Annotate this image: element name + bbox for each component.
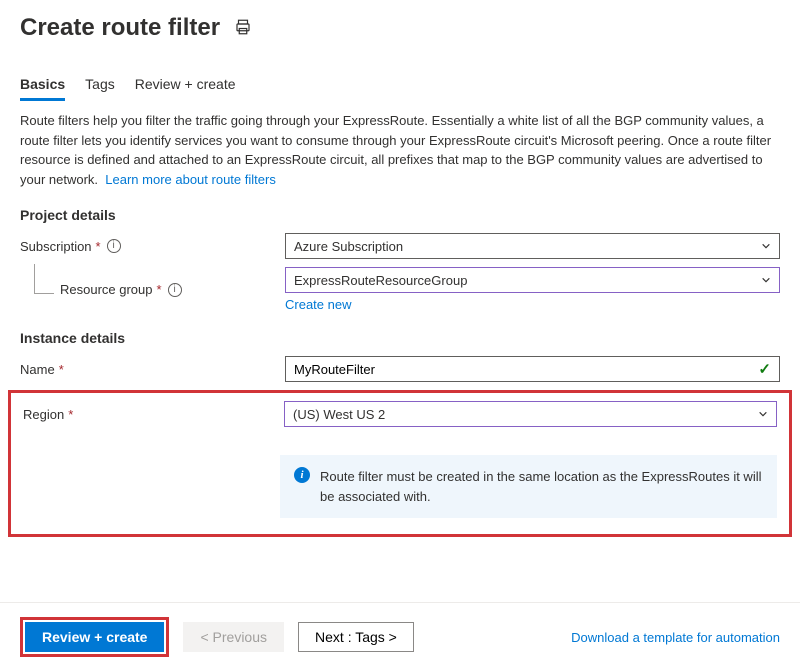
- page-title: Create route filter: [20, 14, 220, 42]
- tab-basics[interactable]: Basics: [20, 70, 65, 101]
- info-icon[interactable]: i: [168, 283, 182, 297]
- tab-bar: Basics Tags Review + create: [20, 70, 780, 101]
- chevron-down-icon: [761, 241, 771, 251]
- print-icon[interactable]: [234, 18, 252, 39]
- info-circle-icon: i: [294, 467, 310, 483]
- info-banner: i Route filter must be created in the sa…: [280, 455, 777, 518]
- required-indicator: *: [157, 282, 162, 297]
- next-button[interactable]: Next : Tags >: [298, 622, 414, 652]
- subscription-select[interactable]: Azure Subscription: [285, 233, 780, 259]
- section-project-details: Project details: [20, 207, 780, 223]
- description-text: Route filters help you filter the traffi…: [20, 111, 780, 189]
- name-input[interactable]: [285, 356, 780, 382]
- review-create-button[interactable]: Review + create: [25, 622, 164, 652]
- required-indicator: *: [59, 362, 64, 377]
- region-select[interactable]: (US) West US 2: [284, 401, 777, 427]
- create-new-link[interactable]: Create new: [285, 297, 351, 312]
- info-icon[interactable]: i: [107, 239, 121, 253]
- required-indicator: *: [96, 239, 101, 254]
- footer-bar: Review + create < Previous Next : Tags >…: [0, 602, 800, 671]
- resource-group-select[interactable]: ExpressRouteResourceGroup: [285, 267, 780, 293]
- resource-group-label: Resource group: [60, 282, 153, 297]
- check-icon: ✓: [758, 360, 771, 378]
- info-message: Route filter must be created in the same…: [320, 467, 763, 506]
- required-indicator: *: [68, 407, 73, 422]
- subscription-label: Subscription: [20, 239, 92, 254]
- chevron-down-icon: [758, 409, 768, 419]
- previous-button: < Previous: [183, 622, 284, 652]
- region-highlight-box: Region * (US) West US 2 i Route filter m…: [8, 390, 792, 537]
- region-value: (US) West US 2: [293, 407, 385, 422]
- region-label: Region: [23, 407, 64, 422]
- name-label: Name: [20, 362, 55, 377]
- learn-more-link[interactable]: Learn more about route filters: [105, 172, 276, 187]
- subscription-value: Azure Subscription: [294, 239, 403, 254]
- indent-connector: [34, 264, 54, 294]
- tab-review[interactable]: Review + create: [135, 70, 236, 101]
- resource-group-value: ExpressRouteResourceGroup: [294, 273, 467, 288]
- review-button-highlight: Review + create: [20, 617, 169, 657]
- download-template-link[interactable]: Download a template for automation: [571, 630, 780, 645]
- tab-tags[interactable]: Tags: [85, 70, 115, 101]
- section-instance-details: Instance details: [20, 330, 780, 346]
- chevron-down-icon: [761, 275, 771, 285]
